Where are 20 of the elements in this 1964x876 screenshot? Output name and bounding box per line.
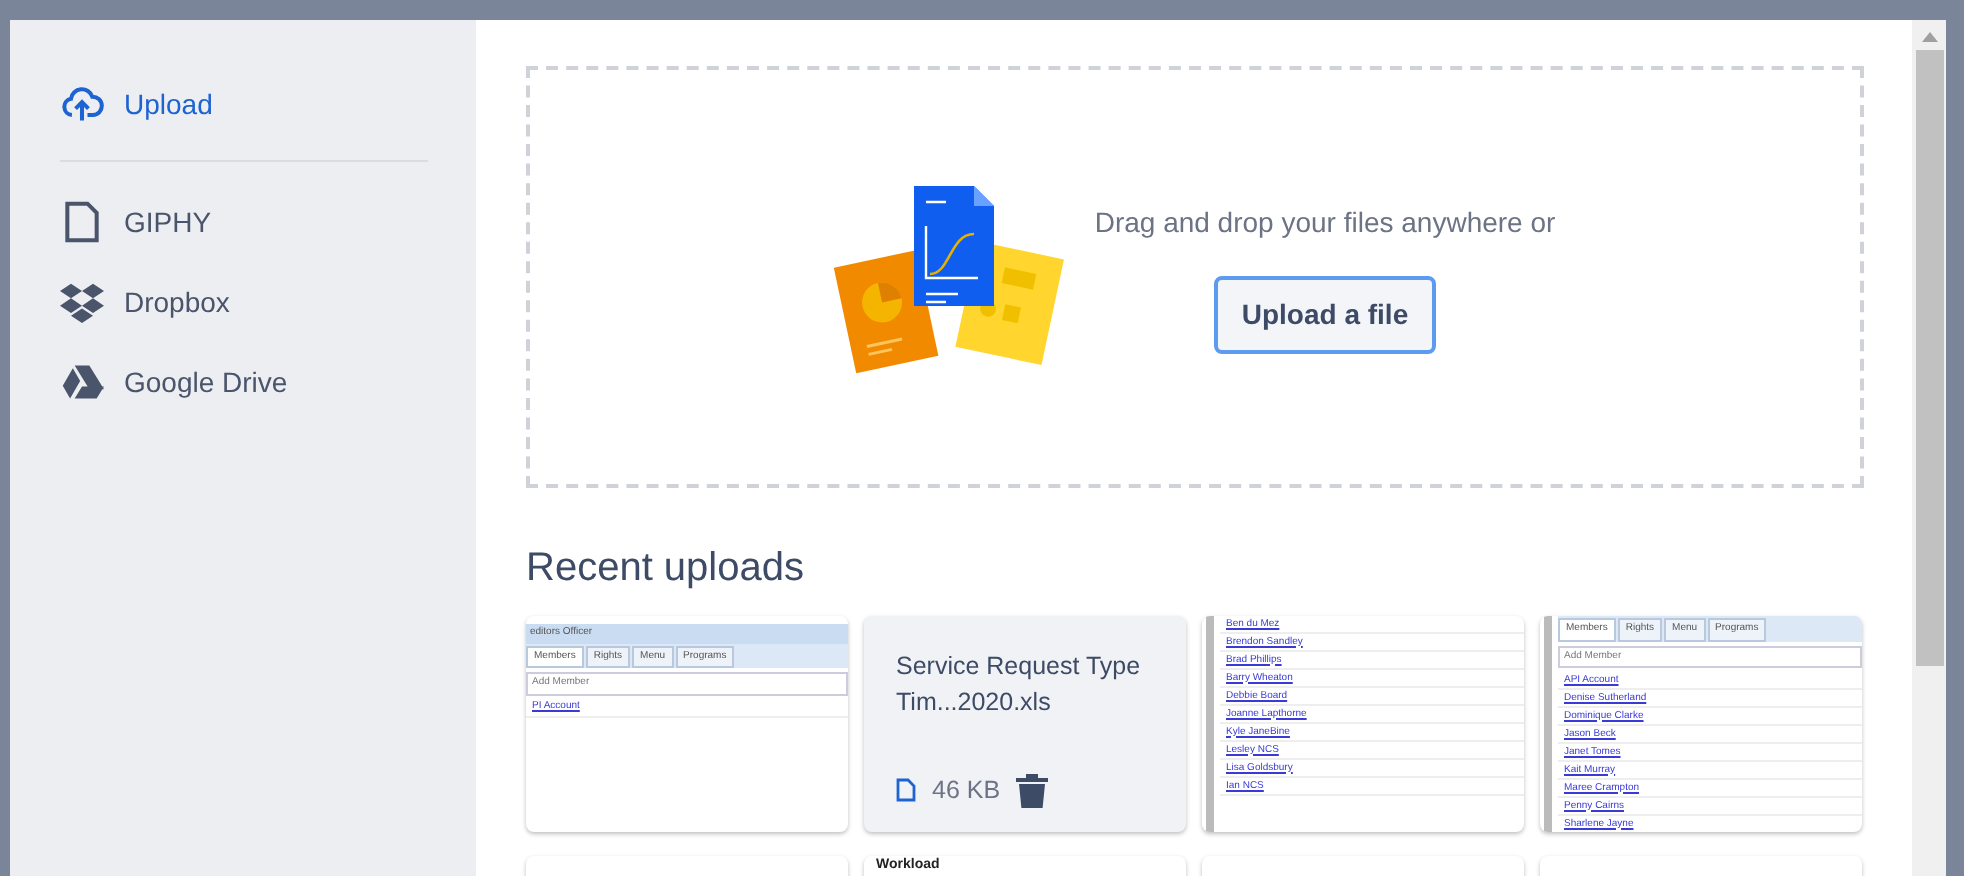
- file-name: Service Request Type Tim...2020.xls: [896, 650, 1143, 720]
- upload-button[interactable]: Upload a file: [1213, 275, 1437, 353]
- drive-icon: [60, 360, 104, 404]
- dropzone-instructions: Drag and drop your files anywhere or: [1094, 203, 1556, 242]
- file-icon: [896, 778, 916, 803]
- sidebar-item[interactable]: Google Drive: [60, 342, 428, 422]
- cloud-upload-icon: [60, 82, 104, 126]
- file-size: 46 KB: [932, 774, 1001, 808]
- dropzone[interactable]: Drag and drop your files anywhere or Upload a file: [526, 66, 1864, 488]
- scroll-up-icon[interactable]: [1921, 32, 1937, 42]
- sidebar-item[interactable]: Upload: [60, 64, 428, 144]
- trash-icon[interactable]: [1016, 773, 1049, 808]
- file-icon: [60, 200, 104, 244]
- file-card[interactable]: Service Request Type Tim...2020.xls 46 KB: [864, 616, 1186, 832]
- section-heading: Recent uploads: [526, 544, 806, 592]
- scrollbar[interactable]: [1912, 20, 1946, 876]
- scrollbar-thumb[interactable]: [1915, 50, 1943, 666]
- sidebar-item[interactable]: GIPHY: [60, 182, 428, 262]
- dropbox-icon: [60, 280, 104, 324]
- sidebar-item[interactable]: Dropbox: [60, 262, 428, 342]
